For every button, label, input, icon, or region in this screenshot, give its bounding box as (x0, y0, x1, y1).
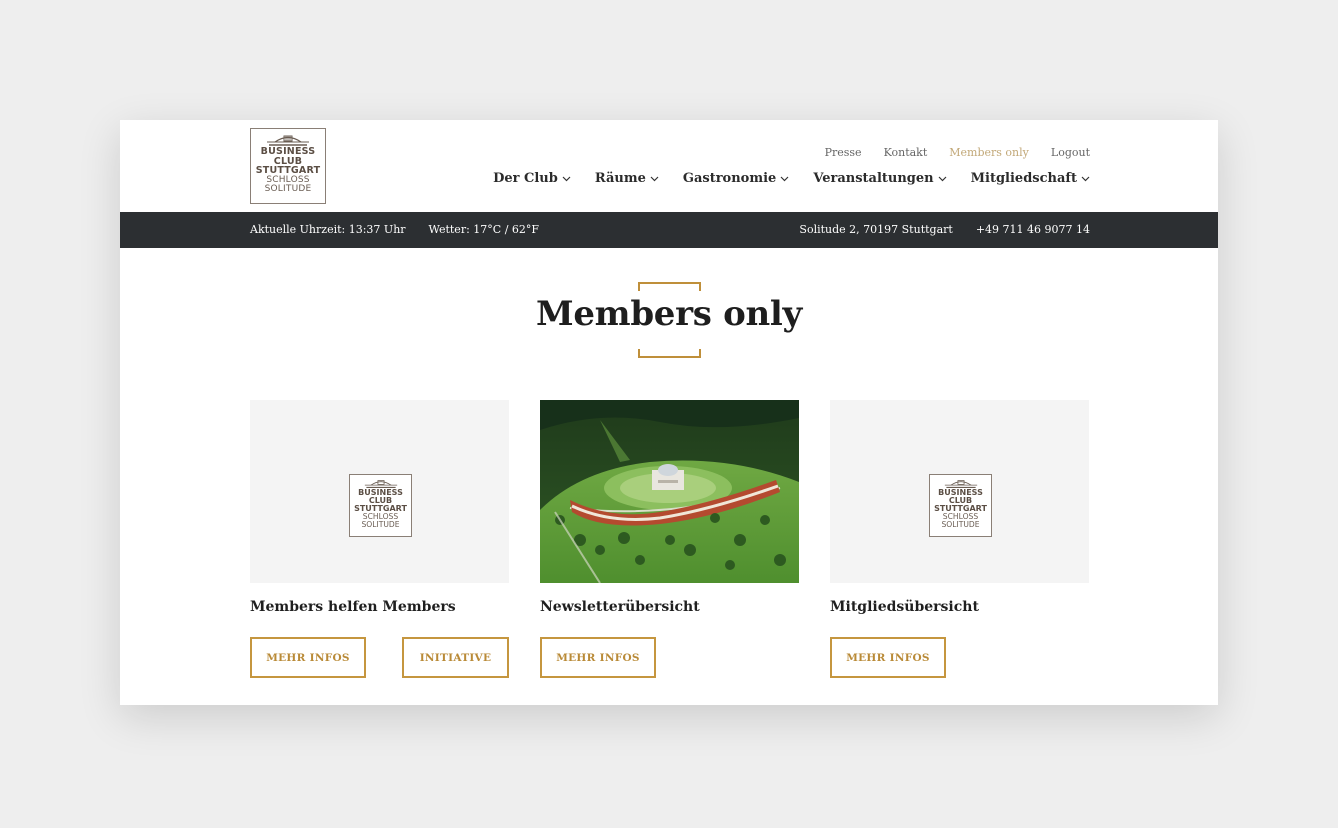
info-bar-left: Aktuelle Uhrzeit: 13:37 Uhr Wetter: 17°C… (250, 223, 539, 236)
phone-number[interactable]: +49 711 46 9077 14 (976, 223, 1090, 236)
card-title[interactable]: Mitgliedsübersicht (830, 599, 1089, 615)
weather: Wetter: 17°C / 62°F (428, 223, 540, 236)
main-navigation: Der Club Räume Gastronomie Veranstaltung… (469, 171, 1090, 186)
website-frame: BUSINESS CLUB STUTTGART SCHLOSS SOLITUDE… (120, 120, 1218, 705)
mehr-infos-button[interactable]: MEHR INFOS (830, 637, 946, 678)
mainnav-label: Mitgliedschaft (970, 171, 1077, 186)
aerial-photo-image (540, 400, 799, 583)
card-buttons: MEHR INFOS (540, 637, 799, 678)
chevron-down-icon (650, 176, 659, 181)
card-image-aerial-photo[interactable] (540, 400, 799, 583)
card-title[interactable]: Members helfen Members (250, 599, 509, 615)
topnav-logout[interactable]: Logout (1051, 146, 1090, 159)
chevron-down-icon (780, 176, 789, 181)
mehr-infos-button[interactable]: MEHR INFOS (540, 637, 656, 678)
mainnav-label: Gastronomie (682, 171, 777, 186)
topnav-presse[interactable]: Presse (825, 146, 862, 159)
topnav-kontakt[interactable]: Kontakt (884, 146, 928, 159)
mainnav-label: Räume (594, 171, 646, 186)
address: Solitude 2, 70197 Stuttgart (799, 223, 953, 236)
chevron-down-icon (1081, 176, 1090, 181)
heading-bracket-bottom (638, 349, 701, 358)
card-image-placeholder[interactable]: BUSINESS CLUB STUTTGART SCHLOSS SOLITUDE (250, 400, 509, 583)
site-logo[interactable]: BUSINESS CLUB STUTTGART SCHLOSS SOLITUDE (250, 128, 326, 204)
mainnav-label: Der Club (493, 171, 558, 186)
mainnav-mitgliedschaft[interactable]: Mitgliedschaft (971, 171, 1090, 186)
placeholder-logo: BUSINESS CLUB STUTTGART SCHLOSS SOLITUDE (929, 474, 992, 537)
topnav-members-only[interactable]: Members only (949, 146, 1029, 159)
mainnav-der-club[interactable]: Der Club (493, 171, 571, 186)
mainnav-veranstaltungen[interactable]: Veranstaltungen (813, 171, 947, 186)
card-mitgliedsuebersicht: BUSINESS CLUB STUTTGART SCHLOSS SOLITUDE… (830, 400, 1089, 678)
site-header: BUSINESS CLUB STUTTGART SCHLOSS SOLITUDE… (120, 120, 1218, 212)
info-bar-right: Solitude 2, 70197 Stuttgart +49 711 46 9… (799, 223, 1090, 236)
info-bar: Aktuelle Uhrzeit: 13:37 Uhr Wetter: 17°C… (120, 212, 1218, 248)
mainnav-gastronomie[interactable]: Gastronomie (683, 171, 789, 186)
placeholder-logo: BUSINESS CLUB STUTTGART SCHLOSS SOLITUDE (349, 474, 412, 537)
section-heading: Members only (120, 282, 1218, 358)
logo-line-solitude: SOLITUDE (361, 520, 400, 529)
current-time: Aktuelle Uhrzeit: 13:37 Uhr (250, 223, 406, 236)
card-buttons: MEHR INFOS INITIATIVE (250, 637, 509, 678)
mainnav-raeume[interactable]: Räume (595, 171, 659, 186)
chevron-down-icon (562, 176, 571, 181)
initiative-button[interactable]: INITIATIVE (402, 637, 509, 678)
top-navigation: Presse Kontakt Members only Logout (803, 146, 1090, 159)
card-newsletteruebersicht: Newsletterübersicht MEHR INFOS (540, 400, 799, 678)
card-buttons: MEHR INFOS (830, 637, 1089, 678)
mainnav-label: Veranstaltungen (813, 171, 934, 186)
card-image-placeholder[interactable]: BUSINESS CLUB STUTTGART SCHLOSS SOLITUDE (830, 400, 1089, 583)
card-members-helfen-members: BUSINESS CLUB STUTTGART SCHLOSS SOLITUDE… (250, 400, 509, 678)
logo-line-solitude: SOLITUDE (264, 184, 312, 194)
chevron-down-icon (938, 176, 947, 181)
mehr-infos-button[interactable]: MEHR INFOS (250, 637, 366, 678)
page-title: Members only (535, 294, 802, 334)
heading-bracket-top (638, 282, 701, 291)
logo-line-solitude: SOLITUDE (941, 520, 980, 529)
card-title[interactable]: Newsletterübersicht (540, 599, 799, 615)
